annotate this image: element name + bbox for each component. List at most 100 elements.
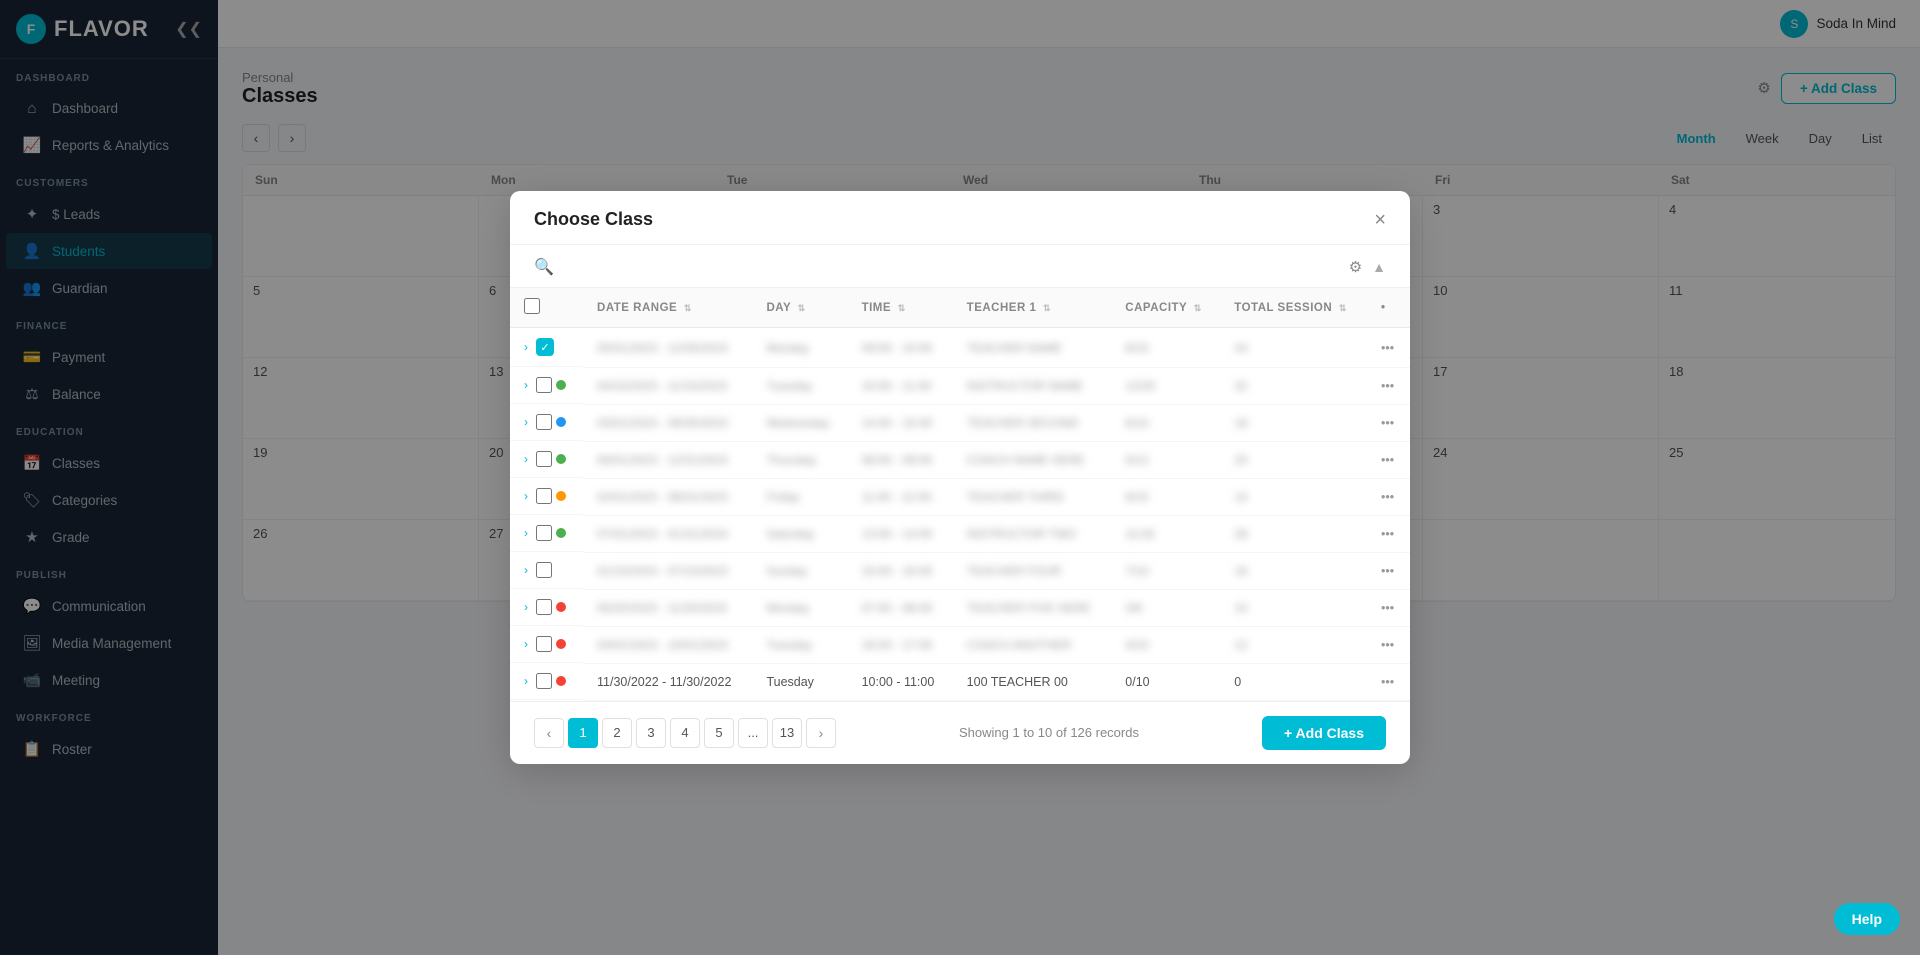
time-value-3: 14:00 - 15:00 bbox=[862, 416, 933, 430]
teacher-value-5: TEACHER THIRD bbox=[967, 490, 1064, 504]
capacity-sort-icon: ⇅ bbox=[1194, 303, 1202, 313]
row-more-7[interactable]: ••• bbox=[1367, 552, 1410, 589]
day-value-5: Friday bbox=[766, 490, 799, 504]
row-checkbox-2[interactable] bbox=[536, 377, 552, 393]
pagination-page-2[interactable]: 2 bbox=[602, 718, 632, 748]
modal-close-button[interactable]: × bbox=[1374, 210, 1386, 230]
row-checkbox-3[interactable] bbox=[536, 414, 552, 430]
pagination-page-13[interactable]: 13 bbox=[772, 718, 802, 748]
capacity-value-4: 5/12 bbox=[1125, 453, 1148, 467]
table-row: › 02/01/2023 - 08/31/2023 Friday 11:00 -… bbox=[510, 478, 1410, 515]
day-value-8: Monday bbox=[766, 601, 809, 615]
row-teacher-6: INSTRUCTOR TWO bbox=[953, 515, 1112, 552]
row-date-range-7: 01/15/2023 - 07/15/2023 bbox=[583, 552, 752, 589]
total-session-value-3: 18 bbox=[1234, 416, 1247, 430]
table-row: › 01/15/2023 - 07/15/2023 Sunday 15:00 -… bbox=[510, 552, 1410, 589]
row-select-td-1: › ✓ bbox=[510, 328, 583, 367]
table-row: › 04/01/2023 - 10/01/2023 Tuesday 16:00 … bbox=[510, 626, 1410, 663]
total-session-value-6: 28 bbox=[1234, 527, 1247, 541]
row-checkbox-9[interactable] bbox=[536, 636, 552, 652]
status-dot-8 bbox=[556, 602, 566, 612]
row-total-session-5: 14 bbox=[1220, 478, 1367, 515]
capacity-value-10: 0/10 bbox=[1125, 675, 1149, 689]
expand-arrow-2[interactable]: › bbox=[524, 378, 528, 392]
row-teacher-2: INSTRUCTOR NAME bbox=[953, 367, 1112, 404]
expand-arrow-8[interactable]: › bbox=[524, 600, 528, 614]
search-icon: 🔍 bbox=[534, 257, 554, 277]
row-date-range-8: 05/20/2023 - 11/20/2023 bbox=[583, 589, 752, 626]
time-value-1: 09:00 - 10:00 bbox=[862, 341, 933, 355]
expand-arrow-1[interactable]: › bbox=[524, 340, 528, 354]
day-value-1: Monday bbox=[766, 341, 809, 355]
status-dot-5 bbox=[556, 491, 566, 501]
pagination: ‹ 1 2 3 4 5 ... 13 › bbox=[534, 718, 836, 748]
row-time-6: 13:00 - 14:00 bbox=[848, 515, 953, 552]
row-date-range-9: 04/01/2023 - 10/01/2023 bbox=[583, 626, 752, 663]
row-checkbox-8[interactable] bbox=[536, 599, 552, 615]
capacity-value-1: 8/15 bbox=[1125, 341, 1148, 355]
modal-table-head: DATE RANGE ⇅ DAY ⇅ TIME ⇅ TEACHER 1 ⇅ CA… bbox=[510, 288, 1410, 328]
row-checkbox-4[interactable] bbox=[536, 451, 552, 467]
row-more-5[interactable]: ••• bbox=[1367, 478, 1410, 515]
th-capacity: CAPACITY ⇅ bbox=[1111, 288, 1220, 328]
expand-arrow-6[interactable]: › bbox=[524, 526, 528, 540]
row-total-session-9: 12 bbox=[1220, 626, 1367, 663]
table-row: › 06/01/2023 - 12/31/2023 Thursday 08:00… bbox=[510, 441, 1410, 478]
day-sort-icon: ⇅ bbox=[798, 303, 806, 313]
pagination-page-1[interactable]: 1 bbox=[568, 718, 598, 748]
row-total-session-3: 18 bbox=[1220, 404, 1367, 441]
row-checkbox-7[interactable] bbox=[536, 562, 552, 578]
row-checkbox-5[interactable] bbox=[536, 488, 552, 504]
row-date-range-1: 05/01/2023 - 12/30/2023 bbox=[583, 328, 752, 368]
row-select-td-5: › bbox=[510, 478, 583, 515]
th-more: • bbox=[1367, 288, 1410, 328]
row-teacher-7: TEACHER FOUR bbox=[953, 552, 1112, 589]
row-checkbox-10[interactable] bbox=[536, 673, 552, 689]
records-info: Showing 1 to 10 of 126 records bbox=[959, 725, 1139, 740]
row-more-4[interactable]: ••• bbox=[1367, 441, 1410, 478]
expand-arrow-5[interactable]: › bbox=[524, 489, 528, 503]
status-dot-9 bbox=[556, 639, 566, 649]
pagination-page-4[interactable]: 4 bbox=[670, 718, 700, 748]
modal-chevron-up-icon[interactable]: ▲ bbox=[1372, 259, 1386, 275]
pagination-page-5[interactable]: 5 bbox=[704, 718, 734, 748]
capacity-value-7: 7/10 bbox=[1125, 564, 1148, 578]
row-more-8[interactable]: ••• bbox=[1367, 589, 1410, 626]
row-more-2[interactable]: ••• bbox=[1367, 367, 1410, 404]
row-checkbox-6[interactable] bbox=[536, 525, 552, 541]
time-value-5: 11:00 - 12:00 bbox=[862, 490, 932, 504]
time-value-8: 07:00 - 08:00 bbox=[862, 601, 933, 615]
teacher-value-3: TEACHER SECOND bbox=[967, 416, 1079, 430]
row-day-1: Monday bbox=[752, 328, 847, 368]
search-input[interactable] bbox=[564, 259, 1339, 275]
row-total-session-4: 20 bbox=[1220, 441, 1367, 478]
checkbox-checked-1[interactable]: ✓ bbox=[536, 338, 554, 356]
modal-filter-icon[interactable]: ⚙ bbox=[1349, 258, 1362, 276]
expand-arrow-3[interactable]: › bbox=[524, 415, 528, 429]
select-all-checkbox[interactable] bbox=[524, 298, 540, 314]
help-button[interactable]: Help bbox=[1834, 903, 1900, 935]
pagination-prev-btn[interactable]: ‹ bbox=[534, 718, 564, 748]
table-row: › 11/30/2022 - 11/30/2022 Tuesday 10:00 … bbox=[510, 663, 1410, 700]
th-date-range: DATE RANGE ⇅ bbox=[583, 288, 752, 328]
row-more-9[interactable]: ••• bbox=[1367, 626, 1410, 663]
expand-arrow-9[interactable]: › bbox=[524, 637, 528, 651]
pagination-page-3[interactable]: 3 bbox=[636, 718, 666, 748]
row-more-6[interactable]: ••• bbox=[1367, 515, 1410, 552]
row-more-3[interactable]: ••• bbox=[1367, 404, 1410, 441]
teacher-value-2: INSTRUCTOR NAME bbox=[967, 379, 1083, 393]
th-select bbox=[510, 288, 583, 328]
date-range-value-4: 06/01/2023 - 12/31/2023 bbox=[597, 453, 728, 467]
row-date-range-4: 06/01/2023 - 12/31/2023 bbox=[583, 441, 752, 478]
modal-add-class-button[interactable]: + Add Class bbox=[1262, 716, 1386, 750]
row-select-td-9: › bbox=[510, 626, 583, 663]
expand-arrow-10[interactable]: › bbox=[524, 674, 528, 688]
expand-arrow-7[interactable]: › bbox=[524, 563, 528, 577]
row-time-7: 15:00 - 16:00 bbox=[848, 552, 953, 589]
expand-arrow-4[interactable]: › bbox=[524, 452, 528, 466]
date-range-sort-icon: ⇅ bbox=[684, 303, 692, 313]
pagination-next-btn[interactable]: › bbox=[806, 718, 836, 748]
row-more-10[interactable]: ••• bbox=[1367, 663, 1410, 700]
row-day-2: Tuesday bbox=[752, 367, 847, 404]
row-more-1[interactable]: ••• bbox=[1367, 328, 1410, 368]
